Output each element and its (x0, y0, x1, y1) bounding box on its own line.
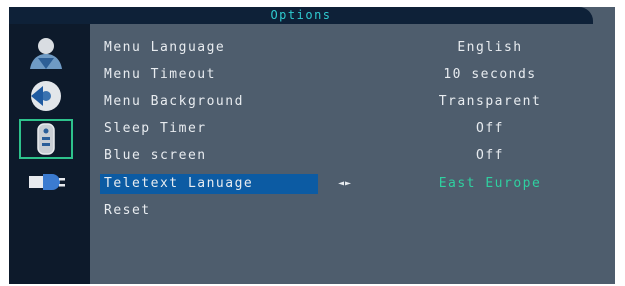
menu-item-sleep-timer[interactable]: Sleep Timer Off (100, 119, 600, 139)
power-plug-icon (29, 174, 65, 190)
menu-item-menu-background[interactable]: Menu Background Transparent (100, 92, 600, 112)
menu-item-teletext-language[interactable]: Teletext Lanuage ◄► East Europe (100, 174, 600, 194)
menu-item-label: Menu Language (104, 40, 226, 55)
menu-item-menu-language[interactable]: Menu Language English (100, 38, 600, 58)
menu-item-reset[interactable]: Reset (100, 201, 600, 221)
menu-content: Menu Language English Menu Timeout 10 se… (90, 24, 615, 284)
page-title: Options (270, 8, 332, 22)
user-profile-icon (30, 38, 62, 69)
menu-item-label: Blue screen (104, 148, 207, 163)
disc-sound-icon (31, 81, 61, 111)
menu-item-value: Off (476, 121, 504, 136)
sidebar-item-options[interactable] (19, 119, 73, 159)
menu-item-label: Menu Background (104, 94, 244, 109)
menu-item-value: English (457, 40, 523, 55)
left-right-arrows-icon[interactable]: ◄► (338, 174, 352, 194)
remote-control-icon (37, 123, 55, 155)
sidebar-item-sound[interactable] (19, 76, 73, 116)
menu-item-label: Menu Timeout (104, 67, 216, 82)
menu-item-label: Reset (104, 203, 151, 218)
menu-item-value: Transparent (438, 94, 542, 109)
menu-item-value: 10 seconds (443, 67, 537, 82)
menu-item-blue-screen[interactable]: Blue screen Off (100, 146, 600, 166)
options-osd-panel: Options Menu Language English Menu Timeo… (9, 7, 615, 284)
menu-item-label: Sleep Timer (104, 121, 207, 136)
menu-item-label: Teletext Lanuage (104, 176, 254, 191)
sidebar-item-connection[interactable] (19, 162, 73, 202)
menu-item-menu-timeout[interactable]: Menu Timeout 10 seconds (100, 65, 600, 85)
category-sidebar (9, 24, 90, 284)
menu-item-value: East Europe (438, 176, 542, 191)
menu-item-value: Off (476, 148, 504, 163)
sidebar-item-profile[interactable] (19, 33, 73, 73)
